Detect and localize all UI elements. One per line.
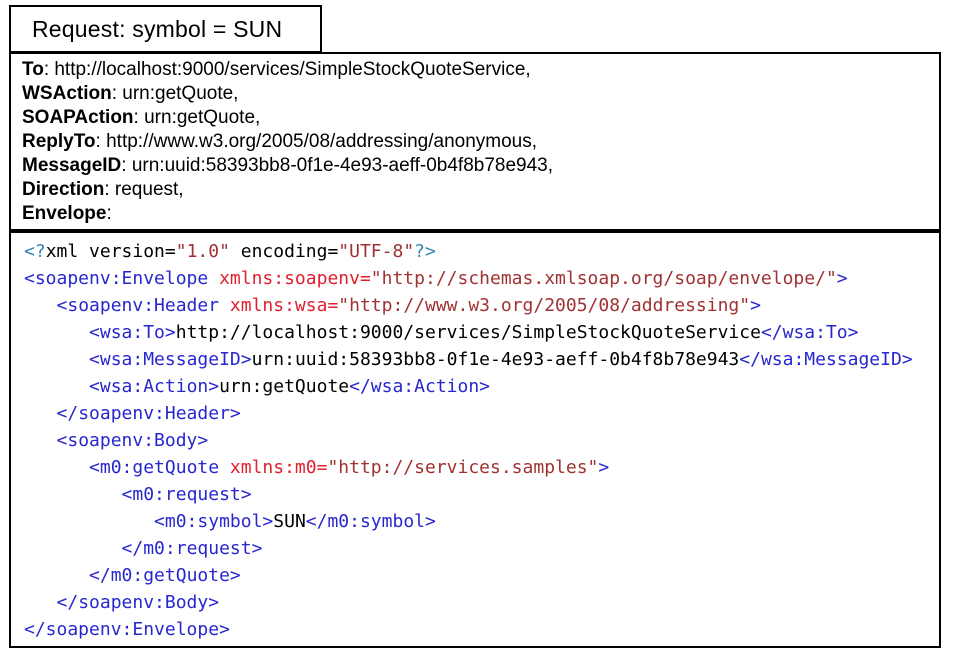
header-field-value: : xyxy=(106,203,111,224)
xml-line: </soapenv:Envelope> xyxy=(24,616,939,643)
xml-line: <?xml version="1.0" encoding="UTF-8"?> xyxy=(24,238,939,265)
header-field-value: : request, xyxy=(104,179,183,200)
xml-code: <?xml version="1.0" encoding="UTF-8"?><s… xyxy=(24,238,939,643)
xml-line: <wsa:To>http://localhost:9000/services/S… xyxy=(24,319,939,346)
envelope-xml-panel: <?xml version="1.0" encoding="UTF-8"?><s… xyxy=(9,231,941,648)
header-field-value: : http://www.w3.org/2005/08/addressing/a… xyxy=(96,131,537,152)
header-field-label: WSAction xyxy=(22,83,112,104)
header-field-label: SOAPAction xyxy=(22,107,134,128)
xml-line: <wsa:MessageID>urn:uuid:58393bb8-0f1e-4e… xyxy=(24,346,939,373)
header-field-row: To: http://localhost:9000/services/Simpl… xyxy=(22,58,929,82)
xml-line: </m0:getQuote> xyxy=(24,562,939,589)
xml-line: </soapenv:Body> xyxy=(24,589,939,616)
header-field-label: Direction xyxy=(22,179,104,200)
xml-line: <soapenv:Header xmlns:wsa="http://www.w3… xyxy=(24,292,939,319)
xml-line: <soapenv:Body> xyxy=(24,427,939,454)
header-field-label: MessageID xyxy=(22,155,121,176)
header-field-value: : http://localhost:9000/services/SimpleS… xyxy=(44,59,531,80)
xml-line: </soapenv:Header> xyxy=(24,400,939,427)
header-field-row: ReplyTo: http://www.w3.org/2005/08/addre… xyxy=(22,130,929,154)
message-header-panel: To: http://localhost:9000/services/Simpl… xyxy=(9,52,941,231)
request-title: Request: symbol = SUN xyxy=(32,16,282,43)
xml-line: <m0:symbol>SUN</m0:symbol> xyxy=(24,508,939,535)
header-field-row: WSAction: urn:getQuote, xyxy=(22,82,929,106)
xml-line: <m0:request> xyxy=(24,481,939,508)
xml-line: <soapenv:Envelope xmlns:soapenv="http://… xyxy=(24,265,939,292)
header-field-label: Envelope xyxy=(22,203,106,224)
xml-line: </m0:request> xyxy=(24,535,939,562)
xml-line: <wsa:Action>urn:getQuote</wsa:Action> xyxy=(24,373,939,400)
xml-line: <m0:getQuote xmlns:m0="http://services.s… xyxy=(24,454,939,481)
header-field-value: : urn:uuid:58393bb8-0f1e-4e93-aeff-0b4f8… xyxy=(121,155,553,176)
header-field-label: ReplyTo xyxy=(22,131,96,152)
header-field-value: : urn:getQuote, xyxy=(112,83,239,104)
header-field-row: Envelope: xyxy=(22,202,929,226)
header-field-row: MessageID: urn:uuid:58393bb8-0f1e-4e93-a… xyxy=(22,154,929,178)
request-title-box: Request: symbol = SUN xyxy=(9,5,322,53)
header-field-row: SOAPAction: urn:getQuote, xyxy=(22,106,929,130)
header-field-label: To xyxy=(22,59,44,80)
header-field-value: : urn:getQuote, xyxy=(134,107,261,128)
header-field-row: Direction: request, xyxy=(22,178,929,202)
